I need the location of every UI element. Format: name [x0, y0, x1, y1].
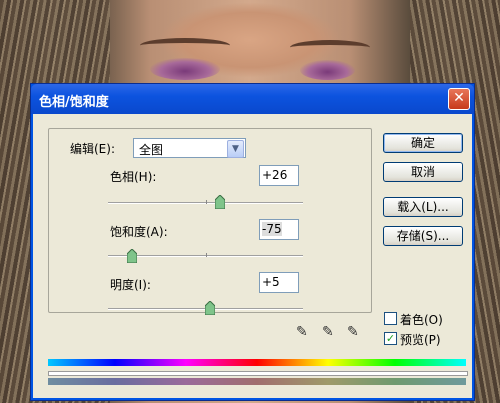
chevron-down-icon[interactable]: ▼ [227, 140, 244, 158]
saturation-slider-thumb[interactable] [127, 249, 138, 263]
eyebrow-left [140, 38, 230, 53]
eyeshadow-left [150, 58, 220, 80]
saturation-slider-center-tick [206, 253, 207, 257]
load-button[interactable]: 载入(L)... [383, 197, 463, 217]
lightness-label: 明度(I): [110, 278, 151, 292]
title-bar[interactable]: 色相/饱和度 ✕ [31, 84, 474, 114]
hue-value: +26 [262, 168, 288, 182]
eyedropper-icon[interactable]: ✎ [296, 324, 310, 340]
save-button[interactable]: 存储(S)... [383, 226, 463, 246]
colorize-label: 着色(O) [400, 313, 443, 327]
input-color-bar [48, 359, 466, 366]
close-icon: ✕ [453, 90, 465, 106]
lightness-input[interactable]: +5 [259, 272, 299, 293]
lightness-slider-thumb[interactable] [205, 301, 216, 315]
edit-label: 编辑(E): [70, 142, 115, 156]
cancel-button[interactable]: 取消 [383, 162, 463, 182]
edit-select[interactable]: 全图 ▼ [133, 138, 246, 158]
eyedropper-minus-icon[interactable]: ✎ [347, 324, 361, 340]
adjustment-group: 编辑(E): 全图 ▼ 色相(H): +26 饱和度(A): -75 明度(I)… [48, 128, 372, 315]
edit-select-value: 全图 [139, 143, 164, 157]
hue-slider-thumb[interactable] [214, 195, 225, 209]
hue-slider-center-tick [206, 200, 207, 204]
close-button[interactable]: ✕ [448, 88, 470, 110]
eyebrow-right [290, 40, 370, 55]
dialog-body: 编辑(E): 全图 ▼ 色相(H): +26 饱和度(A): -75 明度(I)… [34, 114, 471, 397]
check-icon: ✓ [385, 332, 396, 345]
eyedropper-plus-icon[interactable]: ✎ [322, 324, 336, 340]
hue-input[interactable]: +26 [259, 165, 299, 186]
saturation-value: -75 [262, 222, 282, 236]
ok-button[interactable]: 确定 [383, 133, 463, 153]
lightness-value: +5 [262, 275, 280, 289]
eyeshadow-right [300, 60, 355, 80]
preview-label: 预览(P) [400, 333, 441, 347]
colorize-checkbox[interactable] [384, 312, 397, 325]
hue-label: 色相(H): [110, 170, 157, 184]
hue-saturation-dialog: 色相/饱和度 ✕ 编辑(E): 全图 ▼ 色相(H): +26 饱和度(A): [30, 83, 475, 401]
saturation-label: 饱和度(A): [110, 225, 168, 239]
range-bar[interactable] [48, 371, 468, 376]
output-color-bar [48, 378, 466, 385]
preview-checkbox[interactable]: ✓ [384, 332, 397, 345]
window-title: 色相/饱和度 [39, 95, 109, 110]
saturation-input[interactable]: -75 [259, 219, 299, 240]
